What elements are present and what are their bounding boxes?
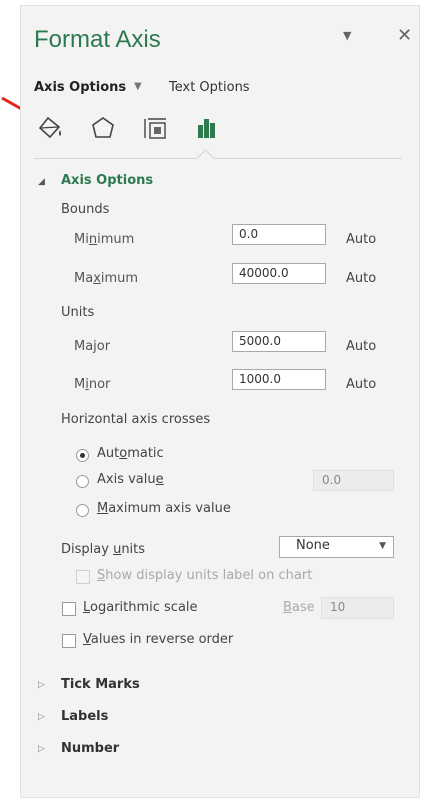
show-units-label-text: Show display units label on chart	[97, 568, 313, 583]
section-tick-marks[interactable]: Tick Marks	[61, 677, 140, 692]
maximum-label: Maximum	[74, 271, 139, 286]
axis-value-input[interactable]: 0.0	[313, 470, 394, 491]
minor-label: Minor	[74, 377, 111, 392]
automatic-label[interactable]: Automatic	[97, 446, 164, 461]
format-axis-pane: Format Axis ▼ ✕ Axis Options ▼ Text Opti…	[21, 6, 419, 797]
minor-auto-label: Auto	[346, 377, 377, 392]
fill-line-icon[interactable]	[36, 113, 66, 143]
units-label: Units	[61, 305, 95, 320]
values-reverse-order-label[interactable]: Values in reverse order	[83, 632, 233, 647]
section-number[interactable]: Number	[61, 741, 119, 756]
pane-options-dropdown[interactable]: ▼	[343, 29, 351, 42]
tab-text-options[interactable]: Text Options	[169, 80, 250, 95]
automatic-radio[interactable]	[76, 449, 89, 462]
minimum-auto-label: Auto	[346, 232, 377, 247]
logarithmic-scale-checkbox[interactable]	[62, 602, 76, 616]
section-labels[interactable]: Labels	[61, 709, 108, 724]
collapsed-caret-icon[interactable]: ▷	[38, 680, 45, 690]
base-label: Base	[283, 600, 315, 615]
expanded-caret-icon[interactable]: ◢	[38, 177, 45, 187]
pane-title: Format Axis	[34, 26, 161, 53]
selected-tab-indicator	[196, 149, 215, 168]
minimum-label: Minimum	[74, 232, 135, 247]
close-icon[interactable]: ✕	[397, 25, 412, 46]
maximum-input[interactable]: 40000.0	[232, 263, 326, 284]
tab-axis-options[interactable]: Axis Options	[34, 80, 126, 95]
chevron-down-icon: ▼	[379, 541, 386, 551]
collapsed-caret-icon[interactable]: ▷	[38, 712, 45, 722]
major-auto-label: Auto	[346, 339, 377, 354]
maximum-axis-value-radio[interactable]	[76, 504, 89, 517]
axis-value-label[interactable]: Axis value	[97, 472, 164, 487]
display-units-select[interactable]: None ▼	[279, 536, 394, 558]
bounds-label: Bounds	[61, 202, 110, 217]
chevron-down-icon[interactable]: ▼	[134, 81, 142, 92]
effects-icon[interactable]	[88, 113, 118, 143]
minimum-input[interactable]: 0.0	[232, 224, 326, 245]
minor-input[interactable]: 1000.0	[232, 369, 326, 390]
display-units-label: Display units	[61, 542, 146, 557]
major-input[interactable]: 5000.0	[232, 331, 326, 352]
horizontal-axis-crosses-label: Horizontal axis crosses	[61, 412, 211, 427]
show-units-label-checkbox[interactable]	[76, 570, 90, 584]
axis-value-radio[interactable]	[76, 475, 89, 488]
major-label: Major	[74, 339, 111, 354]
maximum-axis-value-label[interactable]: Maximum axis value	[97, 501, 231, 516]
display-units-value: None	[296, 538, 330, 553]
values-reverse-order-checkbox[interactable]	[62, 634, 76, 648]
maximum-auto-label: Auto	[346, 271, 377, 286]
logarithmic-scale-label[interactable]: Logarithmic scale	[83, 600, 198, 615]
base-input[interactable]: 10	[321, 597, 394, 619]
section-axis-options[interactable]: Axis Options	[61, 173, 153, 188]
axis-options-icon[interactable]	[192, 113, 222, 143]
collapsed-caret-icon[interactable]: ▷	[38, 744, 45, 754]
tab-separator	[34, 158, 402, 159]
size-properties-icon[interactable]	[140, 113, 170, 143]
